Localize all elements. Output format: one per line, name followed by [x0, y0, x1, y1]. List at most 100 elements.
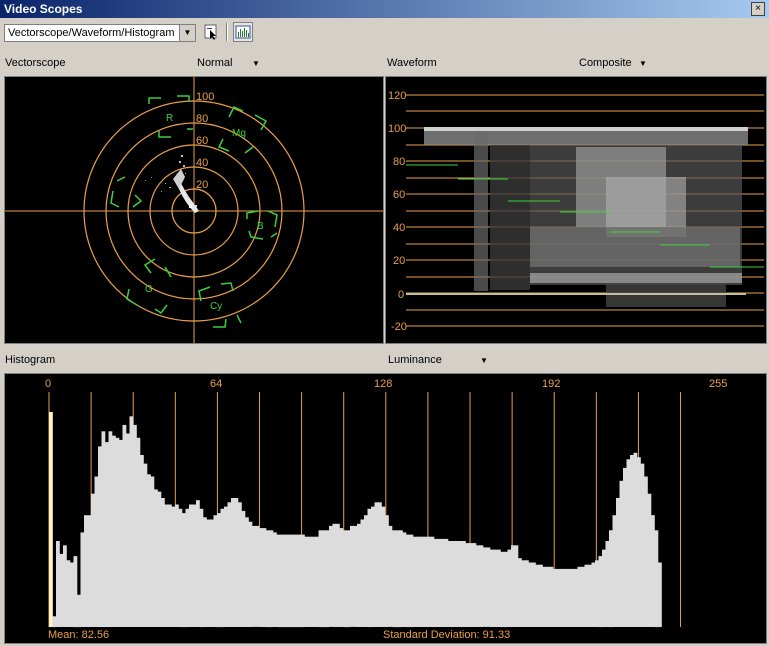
histogram-mode-dropdown[interactable]: Luminance [388, 354, 442, 366]
histogram-bar [262, 528, 267, 627]
histogram-bar [192, 504, 197, 627]
histogram-bar [444, 538, 449, 627]
scope-toggle-button[interactable] [233, 22, 253, 42]
histogram-bar [402, 532, 407, 627]
histogram-bar [476, 545, 480, 627]
target-label-cy: Cy [210, 301, 222, 312]
histogram-bar [133, 424, 137, 627]
histogram-bar [213, 515, 218, 627]
waveform-trace [406, 127, 748, 307]
pick-cursor-button[interactable] [201, 22, 221, 42]
histogram-bar [329, 525, 333, 627]
toolbar: Vectorscope/Waveform/Histogram ▼ [0, 19, 769, 47]
cursor-icon [204, 24, 217, 40]
toolbar-separator [226, 23, 228, 41]
histogram-std-dev: Standard Deviation: 91.33 [383, 629, 511, 641]
histogram-bar [616, 498, 620, 627]
histogram-bar [612, 515, 617, 627]
histogram-bar [553, 568, 557, 627]
waveform-mode-dropdown[interactable]: Composite [579, 57, 632, 69]
vectorscope-mode-dropdown[interactable]: Normal [197, 57, 232, 69]
histogram-bar [56, 541, 60, 627]
histogram-bars [49, 412, 662, 628]
histogram-bar [224, 506, 228, 627]
vectorscope-graph: 100 80 60 40 20 R Mg B Cy G [5, 77, 383, 343]
histogram-bar [518, 558, 522, 627]
histogram-bar [441, 538, 445, 627]
histogram-bar [311, 536, 316, 627]
chevron-down-icon[interactable]: ▼ [639, 59, 647, 68]
histogram-bar [343, 530, 347, 628]
layout-select[interactable]: Vectorscope/Waveform/Histogram ▼ [4, 24, 196, 42]
waveform-label: Waveform [387, 57, 437, 69]
hist-tick-192: 192 [542, 378, 560, 390]
histogram-bar [357, 523, 361, 627]
histogram-bar [196, 500, 200, 627]
histogram-bar [203, 517, 207, 627]
histogram-bar [647, 493, 652, 627]
histogram-bar [63, 545, 67, 627]
vs-ring-label-60: 60 [196, 135, 208, 147]
vs-ring-label-40: 40 [196, 157, 208, 169]
histogram-bar [507, 549, 512, 627]
histogram-bar [91, 493, 95, 627]
histogram-bar [567, 568, 571, 627]
histogram-bar [294, 534, 298, 628]
histogram-bar [654, 530, 659, 628]
vectorscope-header: Vectorscope Normal ▼ [0, 54, 383, 72]
histogram-bar [371, 506, 375, 627]
target-yl [110, 176, 143, 208]
histogram-bar [521, 560, 526, 627]
histogram-bar [388, 525, 393, 627]
histogram-bar [245, 517, 249, 627]
histogram-bar [332, 523, 337, 627]
histogram-bar [378, 502, 382, 627]
histogram-bar [220, 508, 225, 628]
histogram-bar [182, 513, 186, 628]
histogram-bar [336, 523, 340, 627]
chevron-down-icon[interactable]: ▼ [252, 59, 260, 68]
histogram-bar [399, 530, 403, 628]
histogram-bar [353, 525, 358, 627]
histogram-bar [199, 508, 204, 628]
histogram-bar [392, 530, 396, 628]
wf-tick-minus20: -20 [391, 321, 407, 333]
histogram-bar [206, 519, 211, 627]
wf-tick-40: 40 [393, 222, 405, 234]
histogram-bar [633, 452, 638, 627]
histogram-bar [273, 532, 277, 627]
histogram-bar [451, 541, 456, 627]
histogram-bar [129, 416, 134, 627]
wf-tick-60: 60 [393, 189, 405, 201]
hist-tick-255: 255 [709, 378, 727, 390]
histogram-bar [395, 530, 400, 628]
histogram-bar [304, 536, 309, 627]
layout-select-value: Vectorscope/Waveform/Histogram [8, 27, 175, 39]
close-icon[interactable]: × [751, 2, 765, 16]
vs-ring-label-100: 100 [196, 91, 214, 103]
histogram-bar [80, 532, 85, 627]
histogram-bar [238, 502, 242, 627]
target-label-b: B [257, 221, 264, 232]
histogram-bar [448, 541, 452, 627]
histogram-bar [136, 437, 141, 627]
histogram-bar [588, 564, 592, 627]
histogram-bar [315, 536, 319, 627]
histogram-bar [59, 553, 64, 627]
histogram-bar [511, 545, 515, 627]
histogram-bar [101, 431, 106, 627]
chevron-down-icon[interactable]: ▼ [179, 25, 195, 41]
histogram-bar [462, 541, 466, 627]
histogram-bar [581, 566, 585, 627]
histogram-bar [325, 530, 330, 628]
chevron-down-icon[interactable]: ▼ [480, 356, 488, 365]
histogram-bar [490, 549, 494, 627]
histogram-bar [77, 594, 81, 628]
histogram-bar [549, 566, 554, 627]
histogram-bar [259, 528, 263, 627]
histogram-bar [427, 536, 431, 627]
histogram-bar [185, 508, 190, 628]
histogram-bar [574, 568, 578, 627]
histogram-bar [210, 519, 214, 627]
histogram-bar [84, 515, 88, 627]
